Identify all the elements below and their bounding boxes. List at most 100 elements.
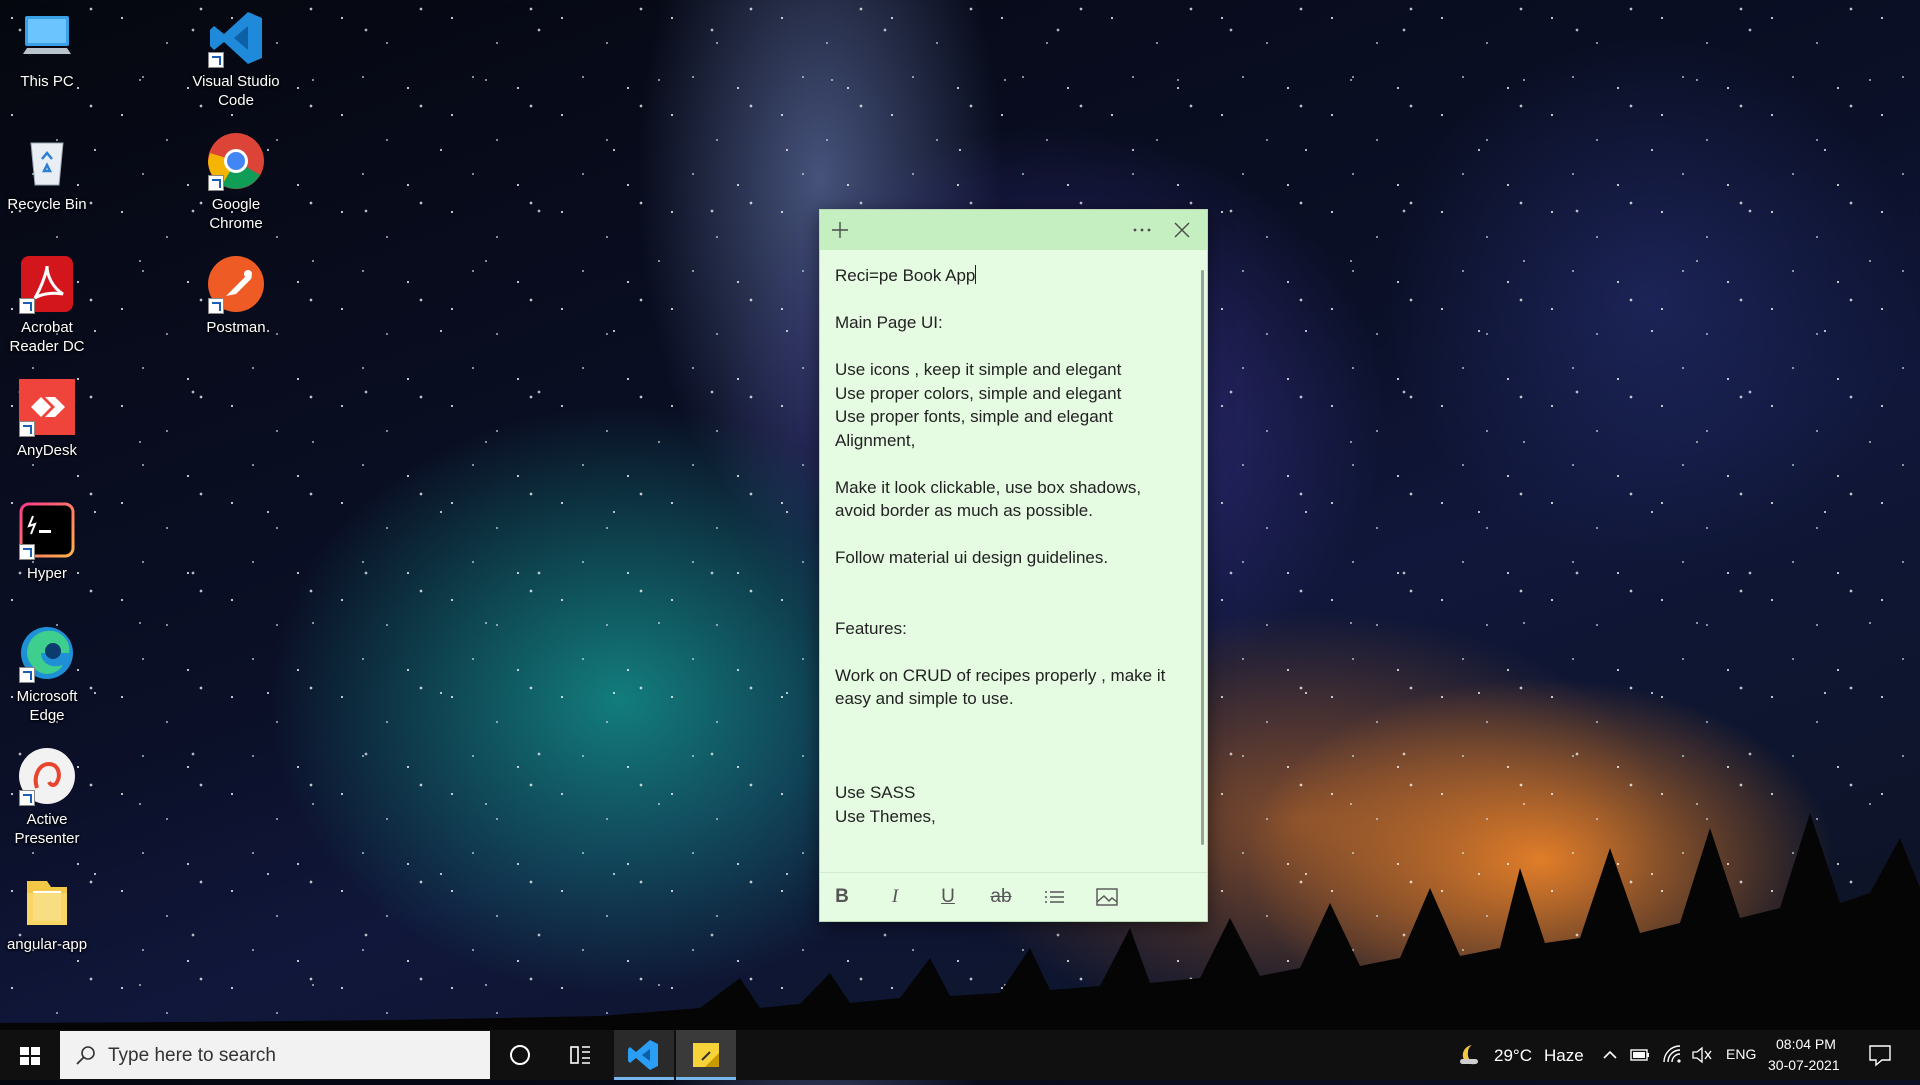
taskbar-sticky-notes-button[interactable] (676, 1030, 736, 1080)
strikethrough-button[interactable]: ab (988, 885, 1014, 909)
clock-time: 08:04 PM (1776, 1036, 1836, 1052)
note-line: avoid border as much as possible. (835, 501, 1093, 520)
weather-temperature: 29°C (1494, 1046, 1532, 1065)
desktop-icon-anydesk[interactable]: AnyDesk (0, 377, 95, 460)
note-line: Alignment, (835, 430, 916, 450)
desktop-icon-label: Acrobat (21, 319, 73, 336)
shortcut-arrow-icon (19, 298, 35, 314)
desktop-icon-label: Google (211, 196, 261, 213)
note-line (835, 593, 1185, 617)
chevron-up-icon (1603, 1050, 1617, 1059)
desktop-icon-label: Code (218, 92, 254, 109)
note-line (835, 758, 1185, 782)
note-line: Use icons , keep it simple and elegant (835, 360, 1122, 379)
note-line: Follow material ui design guidelines. (835, 548, 1109, 567)
desktop-icon-hyper[interactable]: Hyper (0, 500, 95, 583)
note-line: Use SASS (835, 783, 916, 802)
bullet-list-icon[interactable] (1041, 885, 1067, 909)
battery-icon (1630, 1049, 1649, 1061)
italic-button[interactable]: I (882, 885, 908, 909)
desktop-icon-vscode[interactable]: Visual Studio Code (188, 8, 284, 110)
desktop-icon-label: angular-app (6, 936, 88, 953)
shortcut-arrow-icon (19, 421, 35, 437)
action-center-button[interactable] (1860, 1030, 1900, 1080)
task-view-button[interactable] (552, 1030, 608, 1080)
clock-button[interactable]: 08:04 PM 30-07-2021 (1764, 1030, 1850, 1080)
input-language-button[interactable]: ENG (1722, 1030, 1760, 1080)
note-line: Work on CRUD of recipes properly , make … (835, 665, 1166, 685)
note-line (835, 523, 1185, 547)
note-line (835, 335, 1185, 359)
note-line: easy and simple to use. (835, 689, 1014, 708)
note-line: Features: (835, 618, 907, 638)
note-title: Reci=pe Book App (835, 265, 977, 285)
bold-button[interactable]: B (829, 885, 855, 909)
shortcut-arrow-icon (19, 790, 35, 806)
desktop-icon-label: Hyper (26, 565, 67, 582)
cortana-button[interactable] (492, 1030, 548, 1080)
sticky-note-window[interactable]: Reci=pe Book App Main Page UI: Use icons… (819, 209, 1208, 922)
formatting-toolbar: B I U ab (820, 872, 1207, 921)
hyper-terminal-icon (17, 500, 77, 560)
note-line (835, 640, 1185, 664)
more-options-icon[interactable] (1130, 219, 1154, 241)
note-text-area[interactable]: Reci=pe Book App Main Page UI: Use icons… (835, 264, 1185, 864)
battery-button[interactable] (1628, 1030, 1652, 1080)
note-scrollbar[interactable] (1201, 270, 1204, 845)
start-button[interactable] (0, 1030, 60, 1080)
desktop-icon-label: Recycle Bin (7, 196, 87, 213)
shortcut-arrow-icon (208, 175, 224, 191)
note-line (835, 570, 1185, 594)
show-hidden-icons-button[interactable] (1600, 1030, 1620, 1080)
weather-widget[interactable]: 29°C Haze (1448, 1030, 1588, 1080)
desktop-icon-chrome[interactable]: Google Chrome (188, 131, 284, 233)
desktop-icon-label: Presenter (14, 830, 80, 847)
cortana-icon (510, 1045, 530, 1065)
desktop-icon-label: AnyDesk (16, 442, 78, 459)
taskbar-vscode-button[interactable] (614, 1030, 674, 1080)
add-note-icon[interactable] (829, 219, 851, 241)
desktop-icon-label: Reader DC (9, 338, 85, 355)
vscode-icon (206, 8, 266, 68)
underline-button[interactable]: U (935, 885, 961, 909)
desktop-icon-edge[interactable]: Microsoft Edge (0, 623, 95, 725)
language-label: ENG (1726, 1046, 1757, 1062)
insert-image-icon[interactable] (1094, 885, 1120, 909)
wifi-icon (1663, 1045, 1681, 1063)
desktop-icon-acrobat[interactable]: Acrobat Reader DC (0, 254, 95, 356)
note-line: Main Page UI: (835, 313, 943, 332)
chrome-icon (206, 131, 266, 191)
desktop-icon-active-presenter[interactable]: Active Presenter (0, 746, 95, 848)
desktop-icon-label: Chrome (209, 215, 263, 232)
note-line (835, 734, 1185, 758)
folder-icon (17, 871, 77, 931)
search-placeholder: Type here to search (108, 1045, 276, 1066)
desktop-icon-label: Edge (29, 707, 65, 724)
volume-muted-icon (1692, 1046, 1712, 1064)
desktop-icon-postman[interactable]: Postman (188, 254, 284, 337)
network-button[interactable] (1660, 1030, 1684, 1080)
taskbar: Type here to search 29°C Haze ENG 08:04 … (0, 1030, 1920, 1080)
shortcut-arrow-icon (208, 298, 224, 314)
moon-weather-icon (1460, 1045, 1478, 1065)
note-line: Make it look clickable, use box shadows, (835, 477, 1142, 497)
desktop-icon-angular-app[interactable]: angular-app (0, 871, 95, 954)
volume-button[interactable] (1690, 1030, 1714, 1080)
edge-icon (17, 623, 77, 683)
windows-logo-icon (20, 1047, 40, 1065)
postman-icon (206, 254, 266, 314)
desktop-icon-this-pc[interactable]: This PC (0, 8, 95, 91)
shortcut-arrow-icon (19, 667, 35, 683)
note-line: Use proper fonts, simple and elegant (835, 407, 1113, 426)
search-icon (76, 1046, 95, 1065)
weather-description: Haze (1544, 1046, 1584, 1065)
desktop-icon-recycle-bin[interactable]: Recycle Bin (0, 131, 95, 214)
desktop-icon-label: This PC (20, 73, 74, 90)
sticky-note-header[interactable] (820, 210, 1207, 250)
close-icon[interactable] (1171, 219, 1193, 241)
taskbar-search-box[interactable]: Type here to search (60, 1031, 490, 1079)
active-presenter-icon (17, 746, 77, 806)
desktop-icon-label: Microsoft (16, 688, 78, 705)
text-caret (975, 265, 977, 284)
acrobat-reader-icon (17, 254, 77, 314)
